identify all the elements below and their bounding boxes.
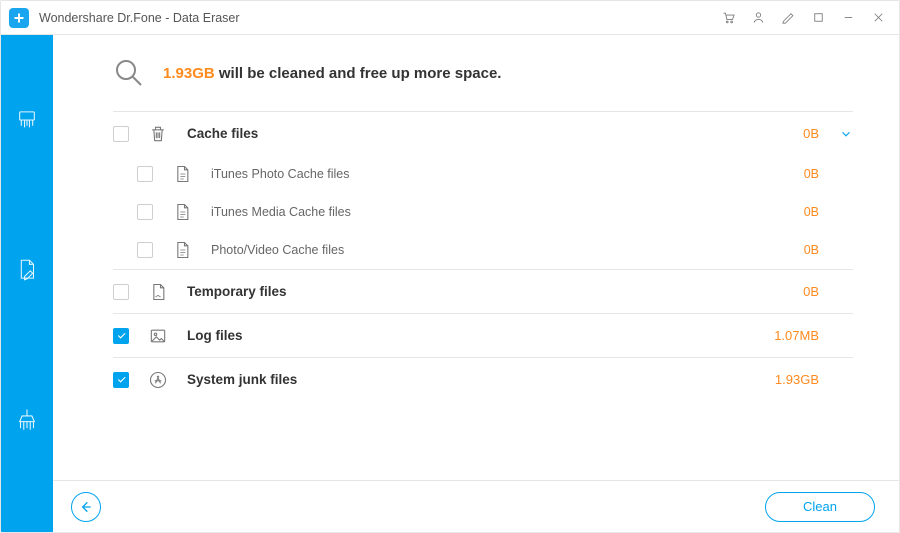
footer-bar: Clean bbox=[53, 480, 899, 532]
sub-item-size: 0B bbox=[804, 205, 819, 219]
cart-icon[interactable] bbox=[713, 4, 743, 32]
sub-item-checkbox[interactable] bbox=[137, 166, 153, 182]
scan-summary: 1.93GB will be cleaned and free up more … bbox=[113, 57, 853, 89]
window-title: Wondershare Dr.Fone - Data Eraser bbox=[39, 11, 240, 25]
chevron-down-icon[interactable] bbox=[839, 127, 853, 141]
sub-item-label: iTunes Media Cache files bbox=[211, 205, 351, 219]
category-row-sysjunk[interactable]: System junk files 1.93GB bbox=[113, 357, 853, 401]
sub-item-size: 0B bbox=[804, 167, 819, 181]
summary-size: 1.93GB bbox=[163, 65, 215, 82]
clean-button[interactable]: Clean bbox=[765, 492, 875, 522]
sub-item[interactable]: iTunes Media Cache files 0B bbox=[113, 193, 853, 231]
doc-icon bbox=[171, 239, 193, 261]
category-label: Log files bbox=[187, 328, 243, 343]
app-logo bbox=[9, 8, 29, 28]
account-icon[interactable] bbox=[743, 4, 773, 32]
sub-item-checkbox[interactable] bbox=[137, 204, 153, 220]
category-list: Cache files0BiTunes Photo Cache files0Bi… bbox=[113, 111, 853, 401]
category-row-log[interactable]: Log files 1.07MB bbox=[113, 313, 853, 357]
sidebar bbox=[1, 35, 53, 532]
back-button[interactable] bbox=[71, 492, 101, 522]
category-checkbox-log[interactable] bbox=[113, 328, 129, 344]
category-size: 1.07MB bbox=[774, 328, 819, 343]
category-label: Cache files bbox=[187, 126, 258, 141]
sidebar-item-shredder[interactable] bbox=[12, 105, 42, 135]
sub-item[interactable]: iTunes Photo Cache files 0B bbox=[113, 155, 853, 193]
file-icon bbox=[147, 281, 169, 303]
category-checkbox-cache[interactable] bbox=[113, 126, 129, 142]
app-window: Wondershare Dr.Fone - Data Eraser bbox=[0, 0, 900, 533]
category-checkbox-sysjunk[interactable] bbox=[113, 372, 129, 388]
category-row-cache[interactable]: Cache files 0B bbox=[113, 111, 853, 155]
main-panel: 1.93GB will be cleaned and free up more … bbox=[53, 35, 899, 532]
sidebar-item-clean[interactable] bbox=[12, 405, 42, 435]
category-size: 0B bbox=[803, 126, 819, 141]
sub-item[interactable]: Photo/Video Cache files 0B bbox=[113, 231, 853, 269]
search-icon bbox=[113, 57, 145, 89]
close-icon[interactable] bbox=[863, 4, 893, 32]
feedback-icon[interactable] bbox=[773, 4, 803, 32]
summary-text: 1.93GB will be cleaned and free up more … bbox=[163, 65, 501, 82]
maximize-icon[interactable] bbox=[803, 4, 833, 32]
title-bar: Wondershare Dr.Fone - Data Eraser bbox=[1, 1, 899, 35]
category-label: System junk files bbox=[187, 372, 297, 387]
sub-item-checkbox[interactable] bbox=[137, 242, 153, 258]
minimize-icon[interactable] bbox=[833, 4, 863, 32]
category-label: Temporary files bbox=[187, 284, 287, 299]
summary-suffix: will be cleaned and free up more space. bbox=[215, 65, 502, 82]
category-checkbox-temp[interactable] bbox=[113, 284, 129, 300]
appstore-icon bbox=[147, 369, 169, 391]
sidebar-item-edit-file[interactable] bbox=[12, 255, 42, 285]
sub-item-label: Photo/Video Cache files bbox=[211, 243, 344, 257]
content-area: 1.93GB will be cleaned and free up more … bbox=[53, 35, 899, 480]
doc-icon bbox=[171, 201, 193, 223]
category-row-temp[interactable]: Temporary files 0B bbox=[113, 269, 853, 313]
image-icon bbox=[147, 325, 169, 347]
sub-item-size: 0B bbox=[804, 243, 819, 257]
category-size: 0B bbox=[803, 284, 819, 299]
sub-item-label: iTunes Photo Cache files bbox=[211, 167, 350, 181]
clean-button-label: Clean bbox=[803, 499, 837, 514]
category-size: 1.93GB bbox=[775, 372, 819, 387]
trash-icon bbox=[147, 123, 169, 145]
doc-icon bbox=[171, 163, 193, 185]
